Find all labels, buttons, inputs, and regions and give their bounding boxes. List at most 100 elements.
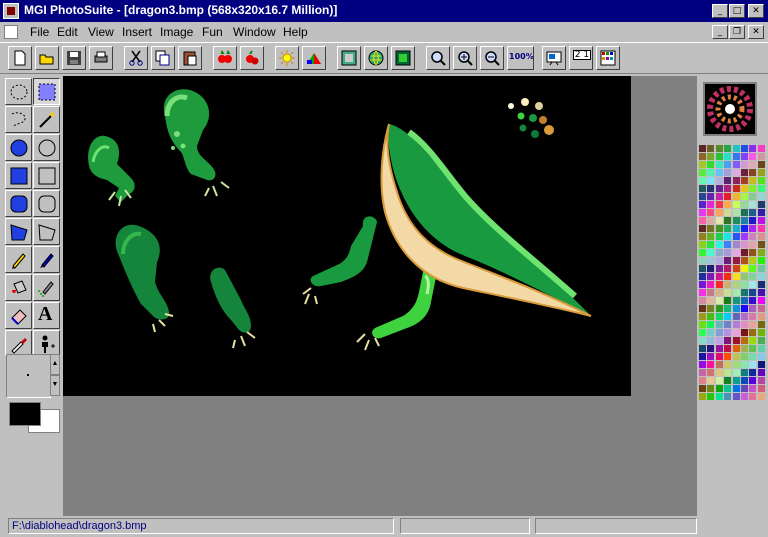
palette-swatch[interactable] [707,161,715,168]
palette-swatch[interactable] [757,161,765,168]
palette-swatch[interactable] [699,329,706,336]
brush-size-up-icon[interactable]: ▲ [50,354,60,375]
palette-swatch[interactable] [749,377,757,384]
palette-swatch[interactable] [741,273,748,280]
palette-swatch[interactable] [749,297,757,304]
palette-swatch[interactable] [707,273,715,280]
palette-swatch[interactable] [741,185,748,192]
palette-swatch[interactable] [732,177,740,184]
palette-swatch[interactable] [724,289,732,296]
fruit-effect-icon[interactable] [240,46,264,70]
palette-swatch[interactable] [749,233,757,240]
palette-swatch[interactable] [757,321,765,328]
palette-swatch[interactable] [724,161,732,168]
palette-swatch[interactable] [757,393,765,400]
palette-swatch[interactable] [724,153,732,160]
palette-swatch[interactable] [715,345,723,352]
palette-swatch[interactable] [715,265,723,272]
palette-swatch[interactable] [732,385,740,392]
palette-swatch[interactable] [707,169,715,176]
palette-swatch[interactable] [715,185,723,192]
palette-swatch[interactable] [741,393,748,400]
menu-file[interactable]: File [30,25,49,39]
rounded-rect-outline-icon[interactable] [33,190,60,217]
palette-swatch[interactable] [749,289,757,296]
palette-swatch[interactable] [732,281,740,288]
palette-swatch[interactable] [699,393,706,400]
palette-swatch[interactable] [707,337,715,344]
magic-wand-icon[interactable] [33,106,60,133]
palette-swatch[interactable] [757,265,765,272]
palette-swatch[interactable] [741,177,748,184]
palette-swatch[interactable] [715,313,723,320]
palette-swatch[interactable] [699,265,706,272]
palette-swatch[interactable] [749,169,757,176]
palette-swatch[interactable] [724,145,732,152]
palette-swatch[interactable] [715,329,723,336]
palette-swatch[interactable] [741,145,748,152]
palette-swatch[interactable] [707,393,715,400]
palette-swatch[interactable] [757,233,765,240]
palette-swatch[interactable] [732,273,740,280]
palette-swatch[interactable] [707,241,715,248]
close-icon[interactable]: ✕ [748,4,764,18]
zoom-100-icon[interactable]: 100% [507,46,534,70]
circle-outline-icon[interactable] [33,134,60,161]
palette-swatch[interactable] [749,265,757,272]
palette-swatch[interactable] [699,145,706,152]
palette-swatch[interactable] [757,177,765,184]
palette-swatch[interactable] [749,257,757,264]
palette-swatch[interactable] [749,193,757,200]
polygon-outline-icon[interactable] [33,218,60,245]
palette-swatch[interactable] [715,305,723,312]
palette-swatch[interactable] [732,345,740,352]
palette-swatch[interactable] [732,161,740,168]
palette-swatch[interactable] [707,385,715,392]
palette-swatch[interactable] [757,329,765,336]
palette-swatch[interactable] [741,257,748,264]
paste-icon[interactable] [178,46,202,70]
foreground-color-swatch[interactable] [9,402,41,426]
copy-icon[interactable] [151,46,175,70]
palette-swatch[interactable] [732,153,740,160]
pen-icon[interactable] [33,246,60,273]
palette-swatch[interactable] [724,169,732,176]
cut-icon[interactable] [124,46,148,70]
palette-swatch[interactable] [732,185,740,192]
paint-bucket-icon[interactable] [5,274,32,301]
palette-swatch[interactable] [741,249,748,256]
palette-swatch[interactable] [699,161,706,168]
palette-swatch[interactable] [715,241,723,248]
slideshow-icon[interactable] [542,46,566,70]
palette-swatch[interactable] [715,161,723,168]
zoom-in-icon[interactable] [453,46,477,70]
image-canvas[interactable] [63,76,631,396]
palette-swatch[interactable] [732,169,740,176]
palette-swatch[interactable] [749,361,757,368]
palette-swatch[interactable] [699,201,706,208]
palette-swatch[interactable] [741,337,748,344]
palette-swatch[interactable] [757,225,765,232]
palette-swatch[interactable] [715,369,723,376]
palette-swatch[interactable] [715,281,723,288]
palette-swatch[interactable] [749,225,757,232]
palette-swatch[interactable] [707,257,715,264]
palette-swatch[interactable] [724,305,732,312]
palette-swatch[interactable] [749,345,757,352]
palette-swatch[interactable] [724,337,732,344]
export-icon[interactable] [391,46,415,70]
palette-swatch[interactable] [741,193,748,200]
palette-swatch[interactable] [707,217,715,224]
palette-swatch[interactable] [715,209,723,216]
eyedropper-icon[interactable] [5,330,32,357]
palette-swatch[interactable] [732,305,740,312]
palette-swatch[interactable] [741,321,748,328]
palette-swatch[interactable] [732,337,740,344]
palette-swatch[interactable] [757,345,765,352]
palette-swatch[interactable] [749,305,757,312]
palette-swatch[interactable] [699,385,706,392]
palette-swatch[interactable] [749,177,757,184]
palette-swatch[interactable] [757,281,765,288]
palette-swatch[interactable] [757,305,765,312]
palette-swatch[interactable] [732,225,740,232]
